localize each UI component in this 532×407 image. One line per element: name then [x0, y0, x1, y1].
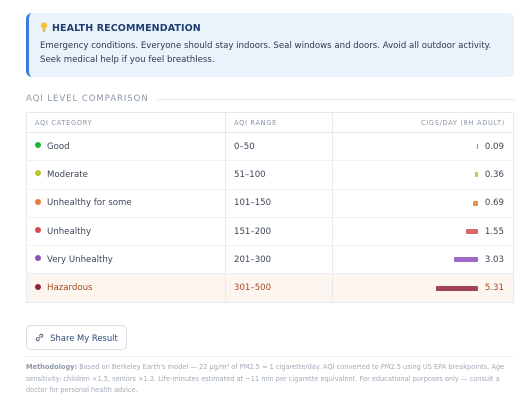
category-color-dot: [35, 283, 41, 290]
methodology-text: Based on Berkeley Earth's model — 22 µg/…: [26, 363, 505, 394]
cigs-bar: [472, 200, 478, 206]
comparison-heading-text: AQI LEVEL COMPARISON: [26, 94, 149, 104]
cigs-bar: [476, 144, 478, 150]
category-color-dot: [35, 170, 41, 177]
cigs-bar: [475, 172, 478, 178]
cell-range: 101–150: [225, 189, 333, 218]
health-recommendation-box: HEALTH RECOMMENDATION Emergency conditio…: [26, 13, 514, 77]
category-color-dot: [35, 255, 41, 262]
cell-range: 0–50: [225, 132, 333, 162]
cell-category: Unhealthy: [26, 217, 226, 247]
category-color-dot: [35, 227, 41, 234]
cigs-value: 0.09: [484, 141, 504, 152]
category-label: Good: [47, 141, 70, 152]
methodology-label: Methodology:: [26, 363, 78, 371]
methodology-divider: [26, 356, 514, 357]
table-row: Very Unhealthy 201–300 3.03: [26, 245, 514, 275]
cell-category: Very Unhealthy: [26, 245, 226, 275]
category-label: Moderate: [47, 169, 88, 180]
cigs-value: 0.36: [484, 169, 504, 180]
cell-cigs: 0.69: [332, 189, 514, 218]
cigs-value: 1.55: [484, 226, 504, 237]
cell-range: 51–100: [225, 160, 333, 190]
column-header-category: AQI CATEGORY: [26, 112, 226, 133]
category-color-dot: [35, 198, 41, 205]
lightbulb-icon: [40, 22, 48, 35]
table-row: Unhealthy for some 101–150 0.69: [26, 189, 514, 218]
recommendation-title-text: HEALTH RECOMMENDATION: [52, 23, 201, 34]
category-color-dot: [35, 142, 41, 149]
cell-category: Unhealthy for some: [26, 189, 226, 218]
share-button-label: Share My Result: [50, 332, 118, 343]
cell-cigs: 1.55: [332, 217, 514, 247]
methodology-note: Methodology: Based on Berkeley Earth's m…: [26, 362, 516, 397]
cigs-value: 0.69: [484, 198, 504, 209]
cell-cigs: 0.36: [332, 160, 514, 190]
aqi-comparison-table: AQI CATEGORY AQI RANGE CIGS/DAY (8H ADUL…: [26, 112, 514, 303]
column-header-range: AQI RANGE: [225, 112, 333, 133]
cell-category: Moderate: [26, 160, 226, 190]
cigs-bar: [436, 285, 478, 291]
comparison-heading: AQI LEVEL COMPARISON: [26, 93, 514, 105]
cell-cigs: 0.09: [332, 132, 514, 162]
column-header-cigs: CIGS/DAY (8H ADULT): [332, 112, 514, 133]
recommendation-text: Emergency conditions. Everyone should st…: [40, 41, 492, 65]
share-result-button[interactable]: Share My Result: [26, 325, 127, 350]
table-row: Good 0–50 0.09: [26, 132, 514, 162]
cigs-value: 3.03: [484, 254, 504, 265]
table-header-row: AQI CATEGORY AQI RANGE CIGS/DAY (8H ADUL…: [26, 112, 514, 133]
cell-range: 301–500: [225, 273, 333, 303]
cell-category: Good: [26, 132, 226, 162]
cigs-bar: [465, 229, 478, 235]
category-label: Unhealthy for some: [47, 198, 132, 209]
category-label: Unhealthy: [47, 226, 92, 237]
cigs-bar: [454, 257, 478, 263]
category-label: Very Unhealthy: [47, 254, 113, 265]
cell-category: Hazardous: [26, 273, 226, 303]
cell-range: 151–200: [225, 217, 333, 247]
link-icon: [35, 333, 44, 342]
cell-cigs: 5.31: [332, 273, 514, 303]
heading-divider: [156, 98, 514, 100]
table-row: Hazardous 301–500 5.31: [26, 273, 514, 303]
table-row: Unhealthy 151–200 1.55: [26, 217, 514, 247]
recommendation-title: HEALTH RECOMMENDATION: [40, 22, 502, 35]
table-row: Moderate 51–100 0.36: [26, 160, 514, 190]
cell-cigs: 3.03: [332, 245, 514, 275]
cigs-value: 5.31: [484, 283, 504, 294]
cell-range: 201–300: [225, 245, 333, 275]
category-label: Hazardous: [47, 283, 93, 294]
